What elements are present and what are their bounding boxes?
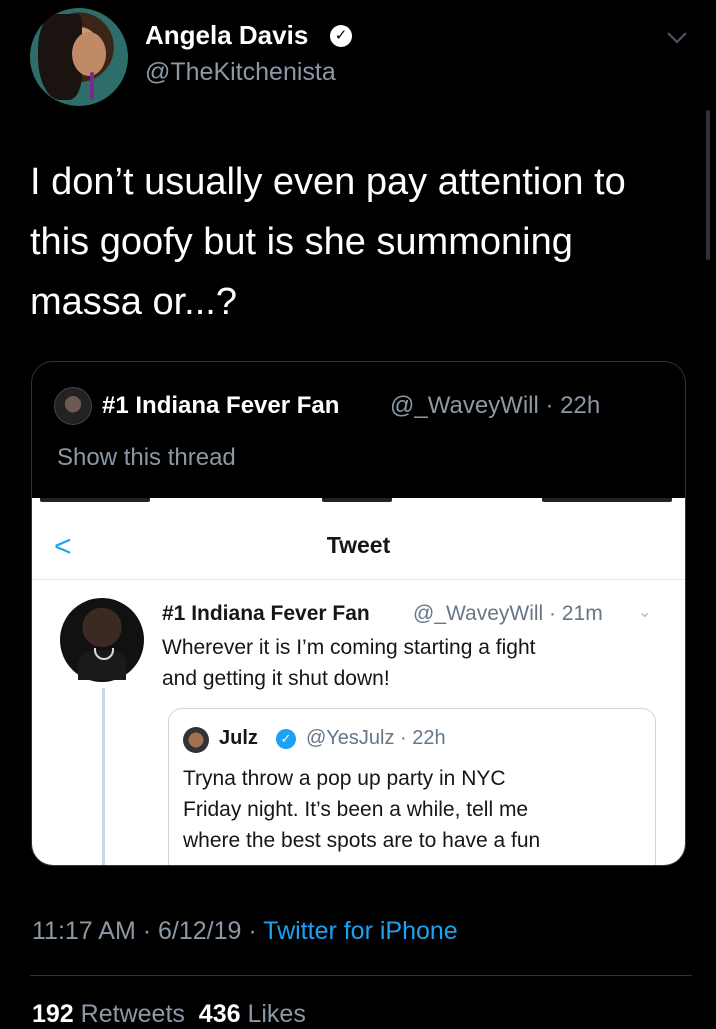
verified-badge-icon: ✓: [276, 729, 296, 749]
inner-tweet-text: Wherever it is I’m coming starting a fig…: [162, 636, 536, 690]
time-date: 11:17 AM · 6/12/19 ·: [32, 917, 264, 945]
tweet-text: I don’t usually even pay attention to th…: [30, 161, 626, 323]
nested-quoted-tweet: Julz ✓ @YesJulz · 22h Tryna throw a pop …: [168, 708, 656, 865]
author-handle[interactable]: @TheKitchenista: [145, 58, 336, 87]
quoted-name: #1 Indiana Fever Fan: [102, 392, 340, 419]
author-name[interactable]: Angela Davis: [145, 20, 308, 51]
verified-badge-icon: ✓: [330, 25, 352, 47]
show-thread-link[interactable]: Show this thread: [57, 444, 236, 472]
scrollbar[interactable]: [706, 110, 710, 260]
nested-tweet-meta: @YesJulz · 22h: [306, 727, 446, 749]
chevron-down-icon: ⌄: [638, 604, 652, 621]
nested-tweet-text: Tryna throw a pop up party in NYC Friday…: [183, 767, 541, 852]
source-link[interactable]: Twitter for iPhone: [263, 917, 458, 945]
inner-tweet-meta: @_WaveyWill · 21m: [413, 602, 603, 625]
quoted-meta: @_WaveyWill · 22h: [390, 392, 601, 419]
engagement-stats: 192 Retweets 436 Likes: [32, 1000, 306, 1029]
phone-status-bar: [32, 498, 685, 506]
divider: [32, 579, 685, 580]
tweet-timestamp: 11:17 AM · 6/12/19 · Twitter for iPhone: [32, 917, 458, 946]
quoted-avatar: [54, 387, 92, 425]
screenshot-nav-title: Tweet: [326, 532, 391, 558]
thread-line: [102, 688, 105, 865]
divider: [30, 975, 692, 976]
quoted-screenshot-image[interactable]: < Tweet #1 Indiana Fever Fan @_WaveyWill…: [32, 498, 685, 865]
inner-avatar: [60, 598, 144, 682]
author-avatar[interactable]: [30, 8, 128, 106]
avatar-earring: [90, 72, 94, 100]
inner-tweet-name: #1 Indiana Fever Fan: [162, 602, 370, 625]
quoted-tweet-card[interactable]: #1 Indiana Fever Fan @_WaveyWill · 22h S…: [31, 361, 686, 866]
chevron-down-icon[interactable]: [662, 22, 692, 52]
nested-avatar: [183, 727, 209, 753]
avatar-face: [72, 32, 106, 76]
nested-tweet-name: Julz: [219, 727, 258, 749]
